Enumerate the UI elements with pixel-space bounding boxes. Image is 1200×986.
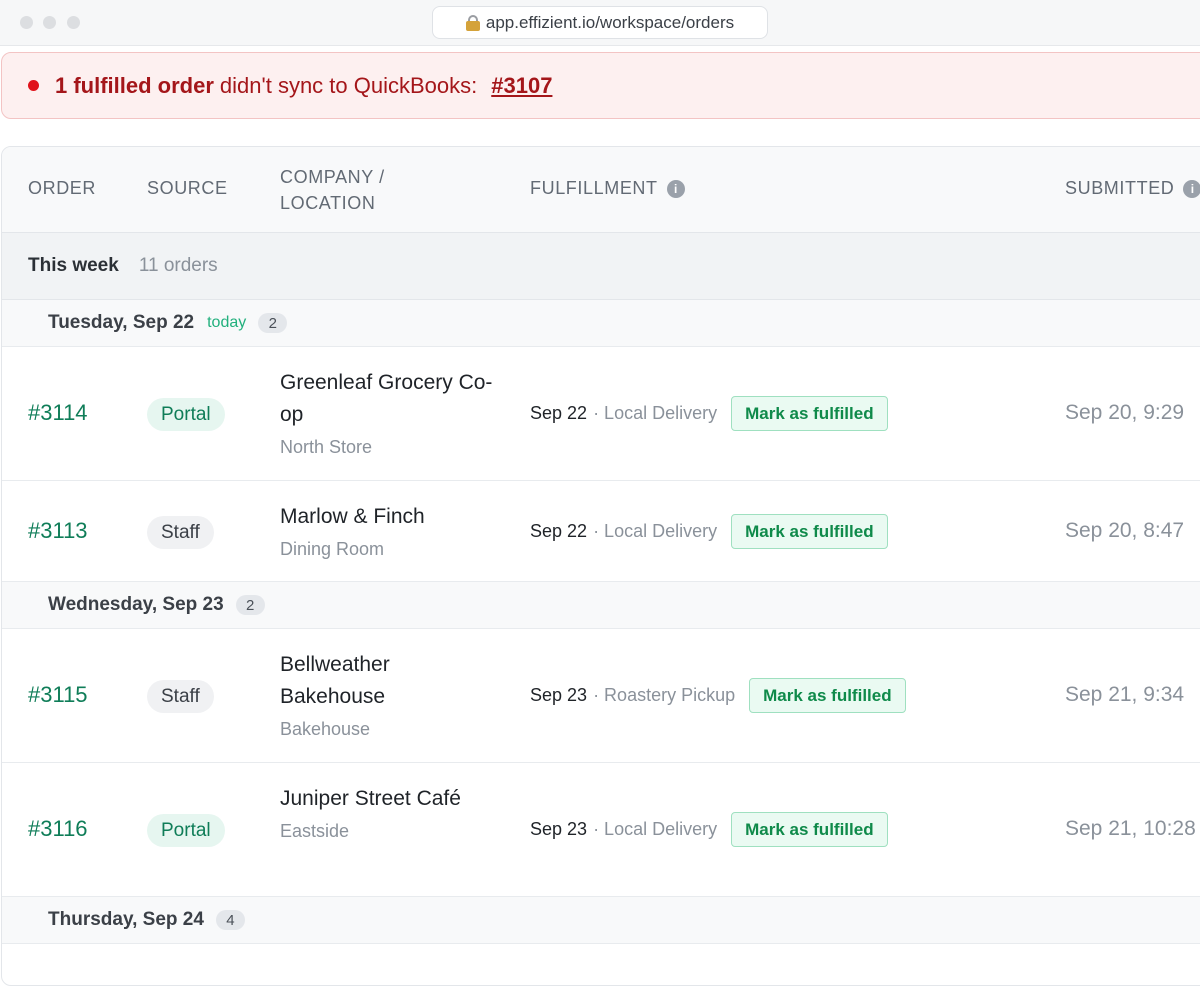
sync-error-banner: 1 fulfilled order didn't sync to QuickBo… <box>1 52 1200 119</box>
company-location: Bakehouse <box>280 719 371 739</box>
fulfillment-cell: Sep 22 · Local Delivery Mark as fulfille… <box>530 396 888 431</box>
alert-strong-text: 1 fulfilled order <box>55 72 214 98</box>
fulfillment-method: · Local Delivery <box>593 819 718 839</box>
day-label: Wednesday, Sep 23 <box>48 594 224 615</box>
column-header-fulfillment[interactable]: FULFILLMENT i <box>530 178 685 199</box>
fulfillment-cell: Sep 22 · Local Delivery Mark as fulfille… <box>530 514 888 549</box>
fulfillment-method: · Local Delivery <box>593 521 718 541</box>
week-order-count: 11 orders <box>138 255 218 276</box>
company-cell: Greenleaf Grocery Co-op North Store <box>280 367 500 461</box>
window-close-button[interactable] <box>20 16 33 29</box>
alert-order-link[interactable]: #3107 <box>491 73 552 99</box>
submitted-time: Sep 21, 10:28 <box>1065 817 1196 840</box>
window-zoom-button[interactable] <box>67 16 80 29</box>
order-number-link[interactable]: #3116 <box>28 816 88 842</box>
mark-as-fulfilled-button[interactable]: Mark as fulfilled <box>731 396 888 431</box>
fulfillment-date: Sep 22 <box>530 403 588 423</box>
company-name: Bellweather Bakehouse <box>280 653 390 708</box>
company-name: Juniper Street Café <box>280 787 461 810</box>
company-name: Greenleaf Grocery Co-op <box>280 371 493 426</box>
alert-text: didn't sync to QuickBooks: <box>219 72 478 98</box>
day-group-header: Tuesday, Sep 22 today 2 <box>2 300 1200 347</box>
company-location: Dining Room <box>280 539 385 559</box>
fulfillment-cell: Sep 23 · Local Delivery Mark as fulfille… <box>530 812 888 847</box>
source-badge: Staff <box>147 516 214 549</box>
browser-toolbar: app.effizient.io/workspace/orders <box>0 0 1200 46</box>
order-number-link[interactable]: #3114 <box>28 400 88 426</box>
table-row[interactable]: #3116 Portal Juniper Street Café Eastsid… <box>2 763 1200 897</box>
company-location: Eastside <box>280 821 350 841</box>
today-badge: today <box>207 314 247 331</box>
day-count-badge: 2 <box>235 595 265 615</box>
day-group-header: Wednesday, Sep 23 2 <box>2 582 1200 629</box>
company-cell: Marlow & Finch Dining Room <box>280 501 500 563</box>
mark-as-fulfilled-button[interactable]: Mark as fulfilled <box>731 514 888 549</box>
info-icon[interactable]: i <box>666 179 685 198</box>
table-row[interactable]: #3113 Staff Marlow & Finch Dining Room S… <box>2 481 1200 582</box>
fulfillment-method: · Local Delivery <box>593 403 718 423</box>
fulfillment-method: · Roastery Pickup <box>593 685 736 705</box>
error-dot-icon <box>28 80 39 91</box>
mark-as-fulfilled-button[interactable]: Mark as fulfilled <box>749 678 906 713</box>
company-cell: Juniper Street Café Eastside <box>280 783 500 845</box>
company-cell: Bellweather Bakehouse Bakehouse <box>280 649 500 743</box>
column-header-company-location[interactable]: COMPANY / LOCATION <box>280 164 385 216</box>
day-count-badge: 4 <box>215 910 245 930</box>
column-header-submitted[interactable]: SUBMITTED i <box>1065 178 1200 199</box>
week-title: This week <box>28 255 119 276</box>
submitted-time: Sep 20, 8:47 <box>1065 519 1185 542</box>
info-icon[interactable]: i <box>1183 179 1200 198</box>
company-name: Marlow & Finch <box>280 505 425 528</box>
table-header: ORDER SOURCE COMPANY / LOCATION FULFILLM… <box>2 147 1200 233</box>
mark-as-fulfilled-button[interactable]: Mark as fulfilled <box>731 812 888 847</box>
address-bar-url: app.effizient.io/workspace/orders <box>485 12 735 32</box>
source-badge: Staff <box>147 680 214 713</box>
day-label: Thursday, Sep 24 <box>48 909 204 930</box>
day-group-header: Thursday, Sep 24 4 <box>2 897 1200 944</box>
window-minimize-button[interactable] <box>43 16 56 29</box>
address-bar[interactable]: app.effizient.io/workspace/orders <box>432 6 768 39</box>
fulfillment-date: Sep 23 <box>530 819 588 839</box>
orders-table: ORDER SOURCE COMPANY / LOCATION FULFILLM… <box>1 146 1200 986</box>
table-row[interactable]: #3115 Staff Bellweather Bakehouse Bakeho… <box>2 629 1200 763</box>
column-header-source[interactable]: SOURCE <box>147 178 228 199</box>
day-label: Tuesday, Sep 22 <box>48 312 195 333</box>
source-badge: Portal <box>147 814 225 847</box>
column-header-order[interactable]: ORDER <box>28 178 96 199</box>
day-count-badge: 2 <box>258 313 288 333</box>
submitted-time: Sep 20, 9:29 <box>1065 401 1185 424</box>
table-row[interactable]: #3114 Portal Greenleaf Grocery Co-op Nor… <box>2 347 1200 481</box>
fulfillment-date: Sep 22 <box>530 521 588 541</box>
fulfillment-cell: Sep 23 · Roastery Pickup Mark as fulfill… <box>530 678 906 713</box>
week-group-header: This week 11 orders <box>2 233 1200 300</box>
source-badge: Portal <box>147 398 225 431</box>
order-number-link[interactable]: #3115 <box>28 682 88 708</box>
lock-icon <box>465 14 480 31</box>
order-number-link[interactable]: #3113 <box>28 518 88 544</box>
company-location: North Store <box>280 437 373 457</box>
submitted-time: Sep 21, 9:34 <box>1065 683 1185 706</box>
fulfillment-date: Sep 23 <box>530 685 588 705</box>
